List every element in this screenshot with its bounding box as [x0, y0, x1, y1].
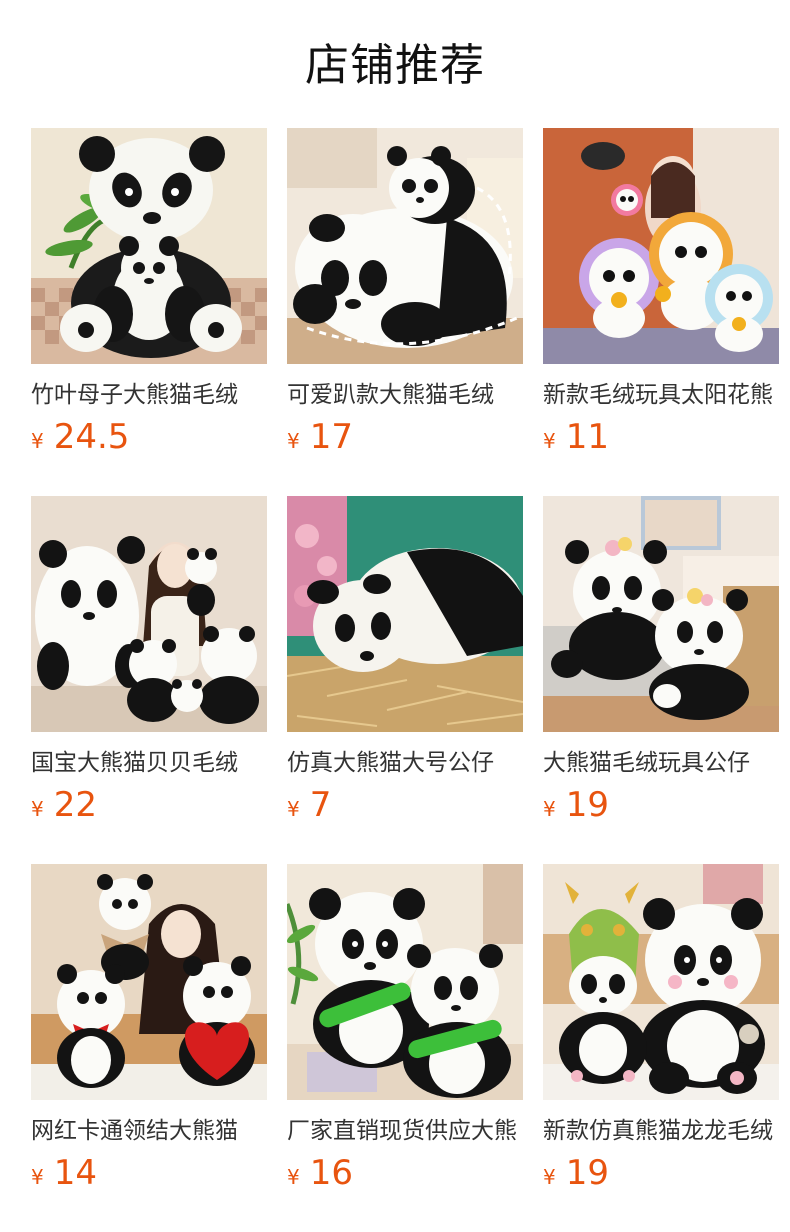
product-name[interactable]: 仿真大熊猫大号公仔 [287, 746, 523, 780]
price-value: 16 [309, 1153, 353, 1193]
product-image[interactable] [287, 864, 523, 1100]
product-name[interactable]: 厂家直销现货供应大熊 [287, 1114, 523, 1148]
panda-plush-image [287, 496, 523, 732]
product-card[interactable]: 网红卡通领结大熊猫 ¥14 [31, 864, 267, 1194]
price-value: 19 [565, 785, 609, 825]
price-value: 14 [53, 1153, 97, 1193]
product-card[interactable]: 大熊猫毛绒玩具公仔 ¥19 [543, 496, 779, 826]
page-title: 店铺推荐 [305, 40, 485, 91]
panda-plush-image [31, 128, 267, 364]
product-price: ¥7 [287, 784, 331, 826]
panda-plush-image [543, 864, 779, 1100]
price-value: 11 [565, 417, 609, 457]
price-value: 22 [53, 785, 97, 825]
product-card[interactable]: 新款仿真熊猫龙龙毛绒 ¥19 [543, 864, 779, 1194]
product-card[interactable]: 国宝大熊猫贝贝毛绒 ¥22 [31, 496, 267, 826]
product-price: ¥19 [543, 1152, 609, 1194]
product-price: ¥16 [287, 1152, 353, 1194]
product-card[interactable]: 竹叶母子大熊猫毛绒 ¥24.5 [31, 128, 267, 458]
product-name[interactable]: 新款仿真熊猫龙龙毛绒 [543, 1114, 779, 1148]
currency-symbol: ¥ [31, 797, 44, 821]
product-image[interactable] [543, 128, 779, 364]
product-image[interactable] [31, 864, 267, 1100]
product-name[interactable]: 新款毛绒玩具太阳花熊 [543, 378, 779, 412]
currency-symbol: ¥ [31, 429, 44, 453]
currency-symbol: ¥ [543, 1165, 556, 1189]
currency-symbol: ¥ [287, 1165, 300, 1189]
product-image[interactable] [31, 496, 267, 732]
product-name[interactable]: 网红卡通领结大熊猫 [31, 1114, 267, 1148]
product-price: ¥22 [31, 784, 97, 826]
product-name[interactable]: 大熊猫毛绒玩具公仔 [543, 746, 779, 780]
product-name[interactable]: 可爱趴款大熊猫毛绒 [287, 378, 523, 412]
panda-plush-image [31, 496, 267, 732]
currency-symbol: ¥ [287, 429, 300, 453]
product-price: ¥17 [287, 416, 353, 458]
currency-symbol: ¥ [31, 1165, 44, 1189]
product-card[interactable]: 仿真大熊猫大号公仔 ¥7 [287, 496, 523, 826]
currency-symbol: ¥ [287, 797, 300, 821]
currency-symbol: ¥ [543, 797, 556, 821]
panda-plush-image [287, 864, 523, 1100]
panda-plush-image [31, 864, 267, 1100]
panda-plush-image [287, 128, 523, 364]
product-image[interactable] [287, 496, 523, 732]
currency-symbol: ¥ [543, 429, 556, 453]
product-card[interactable]: 新款毛绒玩具太阳花熊 ¥11 [543, 128, 779, 458]
price-value: 17 [309, 417, 353, 457]
product-card[interactable]: 可爱趴款大熊猫毛绒 ¥17 [287, 128, 523, 458]
product-card[interactable]: 厂家直销现货供应大熊 ¥16 [287, 864, 523, 1194]
product-price: ¥14 [31, 1152, 97, 1194]
price-value: 24.5 [53, 417, 130, 457]
product-image[interactable] [287, 128, 523, 364]
product-image[interactable] [543, 864, 779, 1100]
price-value: 19 [565, 1153, 609, 1193]
product-price: ¥11 [543, 416, 609, 458]
product-image[interactable] [31, 128, 267, 364]
product-name[interactable]: 竹叶母子大熊猫毛绒 [31, 378, 267, 412]
product-price: ¥19 [543, 784, 609, 826]
product-image[interactable] [543, 496, 779, 732]
product-price: ¥24.5 [31, 416, 129, 458]
panda-plush-image [543, 128, 779, 364]
panda-plush-image [543, 496, 779, 732]
product-name[interactable]: 国宝大熊猫贝贝毛绒 [31, 746, 267, 780]
price-value: 7 [309, 785, 332, 825]
